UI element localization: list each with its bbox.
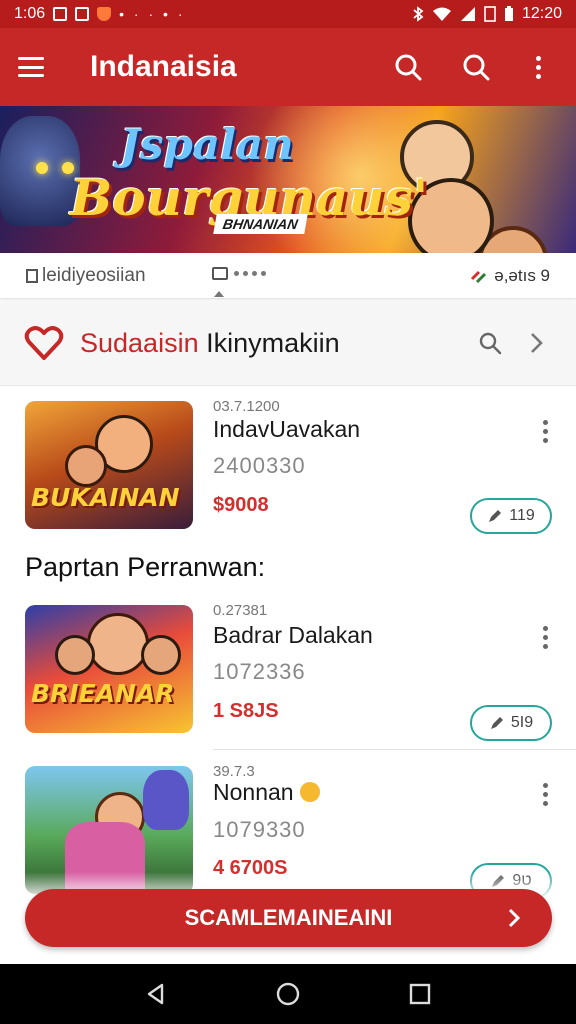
tab-right-label: ə,ətıs 9: [494, 265, 550, 285]
card-meta: 0.27381: [213, 602, 268, 619]
more-vert-icon[interactable]: [543, 420, 548, 443]
card-price: $9008: [213, 494, 269, 516]
pencil-icon: [489, 510, 502, 522]
card-count: 1072336: [213, 659, 306, 684]
card-title: Badrar Dalakan: [213, 622, 373, 648]
overflow-menu-button[interactable]: [518, 47, 558, 87]
search-button[interactable]: [388, 47, 428, 87]
pencil-icon: [490, 717, 503, 729]
search-icon: [463, 54, 490, 81]
primary-cta-button[interactable]: SCAMLEMAINEAINI: [25, 889, 552, 947]
nav-back-button[interactable]: [136, 974, 176, 1014]
section-header-area: Sudaaisin Ikinymakiin: [0, 300, 576, 386]
section-title-highlight: Sudaaisin: [80, 327, 199, 358]
thumbnail-logo-text: BUKAINAN: [31, 483, 180, 512]
list-item[interactable]: BRIEANAR 0.27381 Badrar Dalakan 1072336 …: [0, 594, 576, 744]
cta-label: SCAMLEMAINEAINI: [184, 905, 393, 930]
tab-right[interactable]: ə,ətıs 9: [470, 266, 550, 286]
section-next-button[interactable]: [520, 327, 552, 359]
banner-title-line1: Jspalan: [120, 120, 294, 169]
section-title-rest: Ikinymakiin: [206, 327, 340, 358]
wifi-icon: [432, 7, 451, 21]
tab-center[interactable]: [212, 267, 266, 280]
status-time-right: 12:20: [521, 5, 562, 22]
list-item[interactable]: BUKAINAN 03.7.1200 IndavUavakan 2400330 …: [0, 390, 576, 540]
more-vert-icon[interactable]: [543, 626, 548, 649]
card-title: IndavUavakan: [213, 416, 361, 442]
list-divider: [213, 749, 576, 750]
villain-character-art: [0, 116, 80, 226]
banner-subtitle: BHNANIAN: [213, 214, 308, 234]
card-count: 1079330: [213, 817, 306, 842]
bluetooth-icon: [413, 6, 424, 22]
game-thumbnail: BUKAINAN: [25, 401, 193, 529]
chevron-right-icon: [508, 908, 521, 928]
tab-indicator: [214, 291, 224, 297]
download-pill-button[interactable]: 119: [470, 498, 552, 534]
recents-square-icon: [409, 983, 431, 1005]
more-vert-icon[interactable]: [543, 783, 548, 806]
pill-label: 119: [509, 507, 535, 524]
search-button-secondary[interactable]: [456, 47, 496, 87]
heart-icon: [24, 326, 64, 360]
pill-label: 5I9: [510, 714, 534, 731]
back-triangle-icon: [147, 983, 164, 1005]
filter-strip: leidiyeosiian ə,ətıs 9: [0, 253, 576, 299]
download-pill-button[interactable]: 5I9: [470, 705, 552, 741]
status-dots: • · · • ·: [119, 6, 186, 22]
battery-icon: [504, 6, 513, 21]
hamburger-menu-icon[interactable]: [18, 57, 44, 77]
more-vert-icon: [535, 55, 541, 79]
tab-left-label: leidiyeosiian: [42, 264, 146, 286]
status-bar: 1:06 • · · • · 12:20: [0, 0, 576, 28]
checkbox-icon: [26, 268, 38, 283]
swap-arrows-icon: [471, 270, 487, 283]
notification-icon: [53, 7, 68, 21]
section-search-button[interactable]: [474, 327, 506, 359]
app-notification-icon: [75, 7, 90, 21]
search-icon: [395, 54, 422, 81]
card-meta: 03.7.1200: [213, 398, 280, 415]
game-thumbnail: BRIEANAR: [25, 605, 193, 733]
monitor-icon: [212, 267, 228, 280]
app-title: Indanaisia: [90, 50, 237, 83]
card-meta: 39.7.3: [213, 763, 255, 780]
card-title: Nonnan: [213, 779, 320, 806]
section-title: Sudaaisin Ikinymakiin: [80, 328, 460, 359]
page-dots: [234, 271, 266, 276]
system-nav-bar: [0, 964, 576, 1024]
status-time-left: 1:06: [14, 5, 46, 22]
sim-icon: [484, 6, 496, 22]
section-header: Sudaaisin Ikinymakiin: [0, 300, 576, 386]
card-price: 1 S8JS: [213, 700, 279, 722]
signal-icon: [460, 7, 475, 21]
nav-home-button[interactable]: [268, 974, 308, 1014]
nav-recents-button[interactable]: [400, 974, 440, 1014]
promo-banner[interactable]: Jspalan Bourgunaus' BHNANIAN: [0, 106, 576, 253]
section-subheading: Paprtan Perranwan:: [25, 552, 266, 582]
search-icon: [479, 332, 502, 355]
thumbnail-logo-text: BRIEANAR: [31, 679, 175, 708]
verified-badge-icon: [299, 781, 320, 802]
app-bar: Indanaisia: [0, 28, 576, 106]
card-count: 2400330: [213, 453, 306, 478]
chevron-right-icon: [531, 333, 543, 353]
card-title-text: Nonnan: [213, 779, 294, 805]
shield-icon: [97, 7, 112, 21]
home-circle-icon: [276, 982, 300, 1006]
